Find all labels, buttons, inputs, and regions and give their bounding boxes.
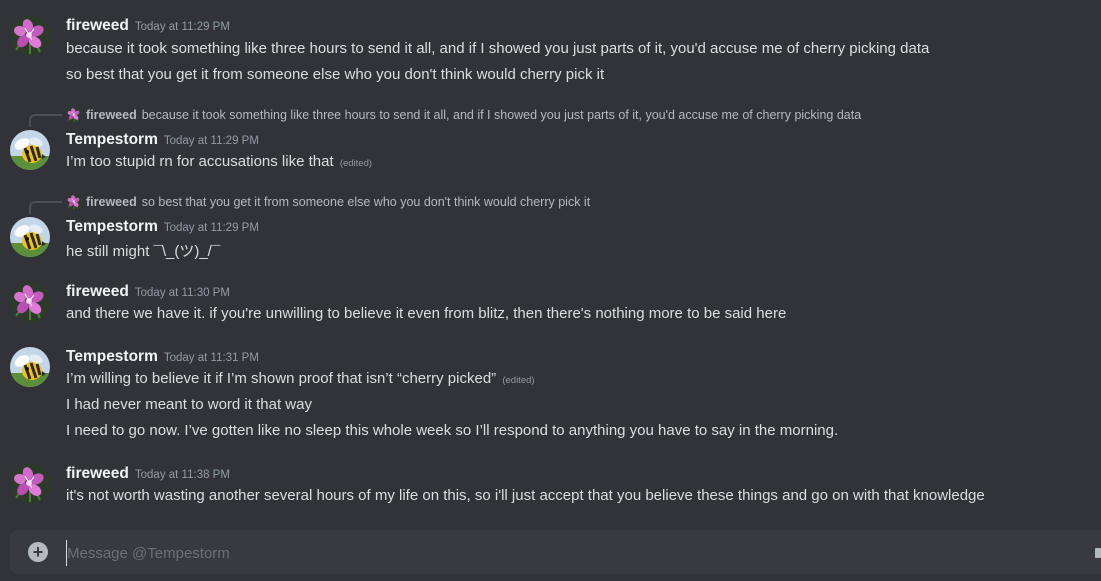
fireweed-flower-icon xyxy=(10,282,50,322)
username[interactable]: fireweed xyxy=(66,465,129,482)
username[interactable]: Tempestorm xyxy=(66,348,158,365)
message-text: and there we have it. if you're unwillin… xyxy=(66,305,787,322)
message-text: it's not worth wasting another several h… xyxy=(66,487,985,504)
avatar[interactable] xyxy=(10,282,50,322)
message-input[interactable] xyxy=(66,540,1069,566)
message-header: Tempestorm Today at 11:31 PM xyxy=(66,348,259,366)
reply-author[interactable]: fireweed xyxy=(86,195,137,209)
reply-preview[interactable]: fireweed so best that you get it from so… xyxy=(66,194,590,210)
timestamp: Today at 11:29 PM xyxy=(134,21,230,33)
fireweed-flower-icon xyxy=(66,194,82,210)
fireweed-flower-icon xyxy=(10,16,50,56)
timestamp: Today at 11:29 PM xyxy=(163,222,259,234)
message-line: I’m willing to believe it if I’m shown p… xyxy=(66,370,535,387)
reply-avatar xyxy=(66,107,82,123)
message-composer: + xyxy=(10,530,1101,574)
message-line: I had never meant to word it that way xyxy=(66,396,312,413)
username[interactable]: Tempestorm xyxy=(66,131,158,148)
reply-connector xyxy=(29,114,62,127)
avatar[interactable] xyxy=(10,16,50,56)
message-text: I need to go now. I’ve gotten like no sl… xyxy=(66,422,839,439)
avatar[interactable] xyxy=(10,130,50,170)
message-line: I’m too stupid rn for accusations like t… xyxy=(66,153,372,170)
cartoon-bee-icon xyxy=(10,130,50,170)
message-line: I need to go now. I’ve gotten like no sl… xyxy=(66,422,838,439)
avatar[interactable] xyxy=(10,347,50,387)
fireweed-flower-icon xyxy=(66,107,82,123)
edited-label: (edited) xyxy=(502,375,535,386)
message-header: fireweed Today at 11:38 PM xyxy=(66,465,230,483)
reply-author[interactable]: fireweed xyxy=(86,108,137,122)
plus-circle-icon[interactable]: + xyxy=(28,542,48,562)
timestamp: Today at 11:29 PM xyxy=(163,135,259,147)
message-line: it's not worth wasting another several h… xyxy=(66,487,985,504)
avatar[interactable] xyxy=(10,217,50,257)
message-header: Tempestorm Today at 11:29 PM xyxy=(66,131,259,149)
chat-view: fireweed Today at 11:29 PM because it too… xyxy=(0,0,1101,581)
timestamp: Today at 11:30 PM xyxy=(134,287,230,299)
timestamp: Today at 11:38 PM xyxy=(134,469,230,481)
message-text: I had never meant to word it that way xyxy=(66,396,312,413)
message-line: so best that you get it from someone els… xyxy=(66,66,604,83)
fireweed-flower-icon xyxy=(10,464,50,504)
username[interactable]: Tempestorm xyxy=(66,218,158,235)
reply-text: because it took something like three hou… xyxy=(141,108,862,122)
message-text: so best that you get it from someone els… xyxy=(66,66,605,83)
message-header: fireweed Today at 11:29 PM xyxy=(66,17,230,35)
message-text: because it took something like three hou… xyxy=(66,40,930,57)
reply-text: so best that you get it from someone els… xyxy=(141,195,591,209)
edited-label: (edited) xyxy=(339,158,373,169)
gift-icon[interactable] xyxy=(1095,548,1101,558)
timestamp: Today at 11:31 PM xyxy=(163,352,259,364)
cartoon-bee-icon xyxy=(10,347,50,387)
reply-avatar xyxy=(66,194,82,210)
message-line: and there we have it. if you're unwillin… xyxy=(66,305,786,322)
cartoon-bee-icon xyxy=(10,217,50,257)
message-text: I’m willing to believe it if I’m shown p… xyxy=(66,370,497,387)
message-line: because it took something like three hou… xyxy=(66,40,929,57)
avatar[interactable] xyxy=(10,464,50,504)
message-header: fireweed Today at 11:30 PM xyxy=(66,283,230,301)
message-line: he still might ¯\_(ツ)_/¯ xyxy=(66,240,220,261)
message-text: he still might ¯\_(ツ)_/¯ xyxy=(66,243,221,260)
username[interactable]: fireweed xyxy=(66,283,129,300)
message-text: I’m too stupid rn for accusations like t… xyxy=(66,153,334,170)
reply-connector xyxy=(29,201,62,214)
username[interactable]: fireweed xyxy=(66,17,129,34)
message-header: Tempestorm Today at 11:29 PM xyxy=(66,218,259,236)
reply-preview[interactable]: fireweed because it took something like … xyxy=(66,107,861,123)
